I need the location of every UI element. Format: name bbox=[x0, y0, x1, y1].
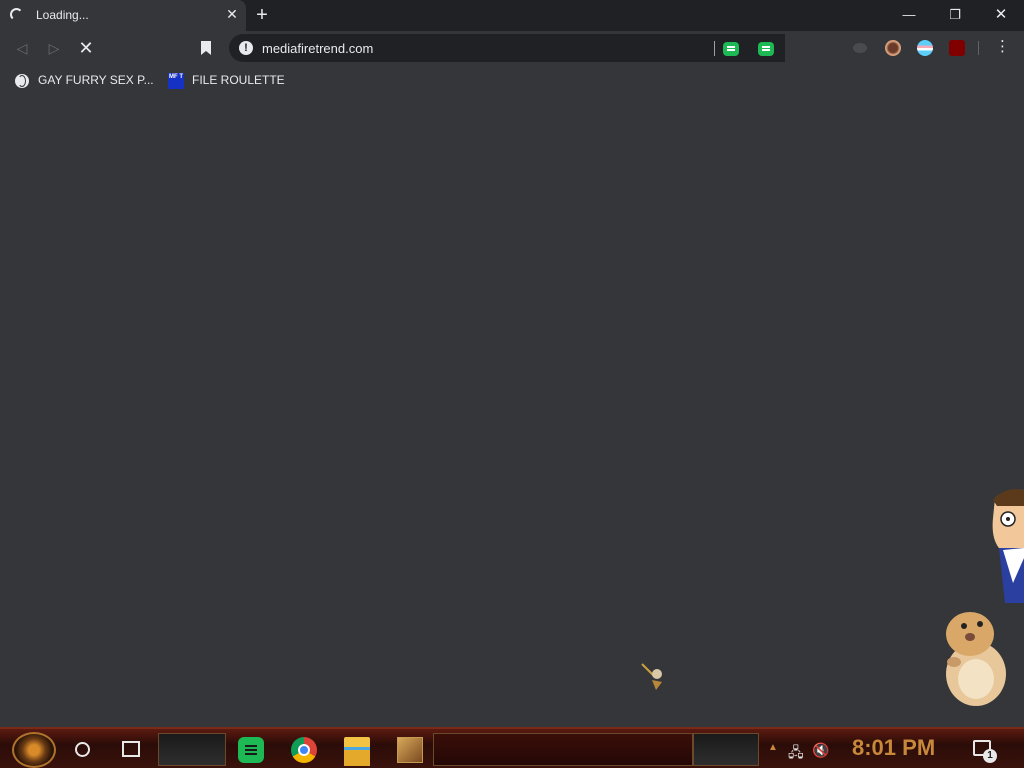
ublock-icon[interactable] bbox=[949, 40, 965, 56]
task-view-icon[interactable] bbox=[122, 741, 140, 757]
network-icon[interactable]: 🖧 bbox=[788, 742, 804, 766]
menu-button[interactable]: ⋮ bbox=[995, 39, 1010, 55]
minimize-button[interactable]: — bbox=[886, 0, 932, 31]
new-tab-button[interactable]: + bbox=[252, 4, 272, 26]
taskbar: ▲ 🖧 🔇 8:01 PM 1 bbox=[0, 727, 1024, 768]
bookmark-icon[interactable] bbox=[200, 40, 212, 56]
address-bar[interactable]: ! mediafiretrend.com bbox=[229, 34, 785, 62]
browser-toolbar: ◁ ▷ ✕ ! mediafiretrend.com ⋮ bbox=[0, 31, 1024, 65]
page-content bbox=[0, 95, 1024, 727]
mft-icon: MF T bbox=[168, 72, 184, 89]
hamster-icon bbox=[946, 612, 1006, 706]
notification-count-badge: 1 bbox=[983, 749, 997, 763]
tab-strip: Loading... ✕ + — ❐ ✕ bbox=[0, 0, 1024, 31]
spotify-icon[interactable] bbox=[238, 737, 264, 763]
taskbar-slot bbox=[158, 733, 226, 766]
window-close-button[interactable]: ✕ bbox=[978, 0, 1024, 31]
cartoon-character-icon bbox=[992, 489, 1024, 603]
bookmark-label: GAY FURRY SEX P... bbox=[38, 73, 154, 87]
flag-extension-icon[interactable] bbox=[917, 40, 933, 56]
bookmark-label: FILE ROULETTE bbox=[192, 73, 285, 87]
spotify-extension-icon[interactable] bbox=[723, 42, 739, 56]
forward-button[interactable]: ▷ bbox=[42, 36, 66, 60]
bookmarks-bar: GAY FURRY SEX P... MF T FILE ROULETTE bbox=[0, 65, 1024, 95]
globe-icon bbox=[15, 73, 29, 88]
cortana-icon[interactable] bbox=[75, 742, 90, 757]
restore-button[interactable]: ❐ bbox=[932, 0, 978, 31]
loading-spinner-icon bbox=[10, 8, 23, 21]
toolbar-separator bbox=[978, 41, 979, 55]
file-explorer-icon[interactable] bbox=[344, 737, 370, 766]
animated-cursor-icon bbox=[641, 663, 662, 690]
taskbar-empty-area bbox=[433, 733, 693, 766]
site-info-icon[interactable]: ! bbox=[239, 41, 253, 55]
bookmark-item-2[interactable]: MF T FILE ROULETTE bbox=[168, 72, 285, 89]
taskbar-slot-right bbox=[693, 733, 759, 766]
extension-icon[interactable] bbox=[853, 43, 867, 53]
stop-button[interactable]: ✕ bbox=[74, 36, 98, 60]
tab-title: Loading... bbox=[36, 8, 89, 22]
avatar-extension-icon[interactable] bbox=[885, 40, 901, 56]
tray-overflow-icon[interactable]: ▲ bbox=[768, 742, 778, 753]
omnibox-separator bbox=[714, 41, 715, 56]
back-button[interactable]: ◁ bbox=[10, 36, 34, 60]
tab-loading[interactable]: Loading... ✕ bbox=[0, 0, 246, 31]
url-text[interactable]: mediafiretrend.com bbox=[262, 41, 373, 56]
start-button[interactable] bbox=[12, 732, 56, 768]
tab-close-icon[interactable]: ✕ bbox=[224, 6, 240, 22]
chrome-icon[interactable] bbox=[291, 737, 317, 763]
volume-muted-icon[interactable]: 🔇 bbox=[812, 742, 829, 759]
bookmark-item-1[interactable]: GAY FURRY SEX P... bbox=[15, 72, 154, 88]
game-app-icon[interactable] bbox=[397, 737, 423, 763]
clock[interactable]: 8:01 PM bbox=[852, 735, 935, 761]
spotify-extension-icon-2[interactable] bbox=[758, 42, 774, 56]
